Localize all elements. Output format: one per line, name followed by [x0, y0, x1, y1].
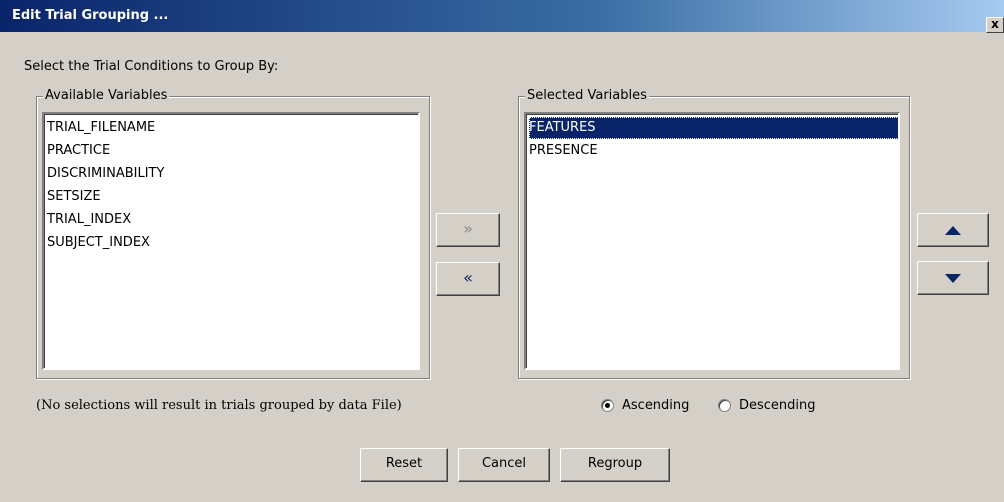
move-up-button[interactable] [917, 213, 989, 247]
list-item[interactable]: PRACTICE [47, 140, 110, 162]
selected-variables-legend: Selected Variables [525, 88, 649, 103]
list-item[interactable]: SUBJECT_INDEX [47, 232, 150, 254]
list-item[interactable]: TRIAL_INDEX [47, 209, 131, 231]
triangle-up-icon [945, 226, 961, 235]
descending-label: Descending [739, 398, 816, 413]
list-item[interactable]: SETSIZE [47, 186, 101, 208]
available-variables-list[interactable]: TRIAL_FILENAME PRACTICE DISCRIMINABILITY… [42, 112, 420, 370]
list-item[interactable]: PRESENCE [529, 140, 598, 162]
ascending-label: Ascending [622, 398, 690, 413]
triangle-down-icon [945, 274, 961, 283]
reset-button[interactable]: Reset [360, 448, 448, 482]
cancel-button[interactable]: Cancel [458, 448, 550, 482]
move-down-button[interactable] [917, 261, 989, 295]
remove-variable-button[interactable]: « [436, 262, 500, 296]
close-button[interactable]: x [986, 17, 1004, 33]
ascending-option[interactable]: Ascending [601, 398, 689, 413]
selected-variables-list[interactable]: FEATURES PRESENCE [524, 112, 900, 370]
ascending-radio[interactable] [601, 399, 614, 412]
window-title: Edit Trial Grouping ... [12, 8, 169, 23]
available-variables-group: Available Variables TRIAL_FILENAME PRACT… [36, 88, 430, 379]
title-bar: Edit Trial Grouping ... x [0, 0, 1004, 33]
edit-trial-grouping-dialog: Edit Trial Grouping ... x Select the Tri… [0, 0, 1004, 502]
descending-option[interactable]: Descending [718, 398, 816, 413]
descending-radio[interactable] [718, 399, 731, 412]
grouping-note: (No selections will result in trials gro… [36, 398, 402, 413]
selected-variables-group: Selected Variables FEATURES PRESENCE [518, 88, 910, 379]
instruction-label: Select the Trial Conditions to Group By: [24, 59, 279, 74]
list-item-selected[interactable]: FEATURES [529, 117, 898, 139]
available-variables-legend: Available Variables [43, 88, 170, 103]
regroup-button[interactable]: Regroup [560, 448, 670, 482]
list-item[interactable]: TRIAL_FILENAME [47, 117, 155, 139]
list-item[interactable]: DISCRIMINABILITY [47, 163, 164, 185]
add-variable-button[interactable]: » [436, 213, 500, 247]
